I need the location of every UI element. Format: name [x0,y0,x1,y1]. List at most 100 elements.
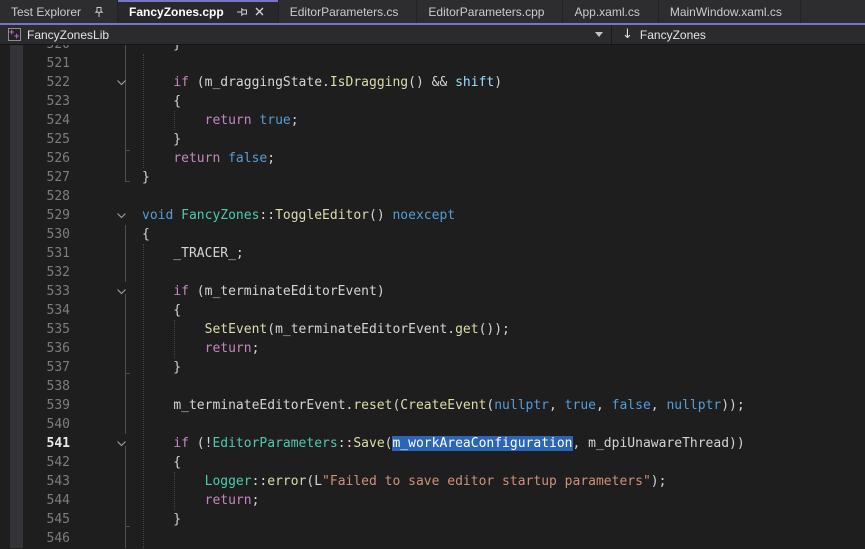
code-line-528[interactable]: 528 [0,187,865,206]
code-text[interactable]: if (m_draggingState.IsDragging() && shif… [142,73,502,92]
line-number[interactable]: 544 [0,491,70,510]
line-number[interactable]: 534 [0,301,70,320]
code-text[interactable]: } [142,130,181,149]
code-text[interactable]: } [142,168,150,187]
fold-margin [70,529,142,548]
line-number[interactable]: 532 [0,263,70,282]
line-number[interactable]: 527 [0,168,70,187]
code-text[interactable]: if (!EditorParameters::Save(m_workAreaCo… [142,434,745,453]
fold-chevron-icon[interactable] [70,282,142,301]
code-line-543[interactable]: 543 Logger::error(L"Failed to save edito… [0,472,865,491]
code-text[interactable]: m_terminateEditorEvent.reset(CreateEvent… [142,396,745,415]
code-text[interactable]: void FancyZones::ToggleEditor() noexcept [142,206,455,225]
code-line-540[interactable]: 540 [0,415,865,434]
line-number[interactable]: 529 [0,206,70,225]
fold-margin [70,187,142,206]
code-text[interactable]: return; [142,339,259,358]
tab-editorparameters-cpp[interactable]: EditorParameters.cpp [417,0,563,23]
line-number[interactable]: 528 [0,187,70,206]
code-line-538[interactable]: 538 [0,377,865,396]
pin-icon[interactable] [92,5,106,19]
line-number[interactable]: 535 [0,320,70,339]
fold-margin [70,244,142,263]
code-line-546[interactable]: 546 [0,529,865,548]
chevron-down-icon[interactable] [595,32,603,37]
line-number[interactable]: 537 [0,358,70,377]
tab-fancyzones-cpp[interactable]: FancyZones.cpp [118,0,279,23]
code-text[interactable]: } [142,510,181,529]
line-number[interactable]: 526 [0,149,70,168]
code-line-523[interactable]: 523 { [0,92,865,111]
line-number[interactable]: 543 [0,472,70,491]
code-text[interactable]: { [142,92,181,111]
code-line-524[interactable]: 524 return true; [0,111,865,130]
code-text[interactable]: { [142,225,150,244]
tab-mainwindow-xaml-cs[interactable]: MainWindow.xaml.cs [659,0,801,23]
code-line-534[interactable]: 534 { [0,301,865,320]
code-line-536[interactable]: 536 return; [0,339,865,358]
project-dropdown[interactable]: ++ FancyZonesLib [0,25,611,44]
code-line-541[interactable]: 541 if (!EditorParameters::Save(m_workAr… [0,434,865,453]
code-text[interactable]: } [142,358,181,377]
line-number[interactable]: 525 [0,130,70,149]
line-number[interactable]: 542 [0,453,70,472]
line-number[interactable]: 530 [0,225,70,244]
line-number[interactable]: 536 [0,339,70,358]
code-text[interactable]: _TRACER_; [142,244,244,263]
code-line-522[interactable]: 522 if (m_draggingState.IsDragging() && … [0,73,865,92]
line-number[interactable]: 540 [0,415,70,434]
tab-editorparameters-cs[interactable]: EditorParameters.cs [279,0,418,23]
code-text[interactable]: SetEvent(m_terminateEditorEvent.get()); [142,320,510,339]
code-line-526[interactable]: 526 return false; [0,149,865,168]
code-line-521[interactable]: 521 [0,54,865,73]
line-number[interactable]: 521 [0,54,70,73]
line-number[interactable]: 545 [0,510,70,529]
line-number[interactable]: 522 [0,73,70,92]
code-line-532[interactable]: 532 [0,263,865,282]
fold-margin [70,415,142,434]
code-line-525[interactable]: 525 } [0,130,865,149]
code-text[interactable]: return true; [142,111,299,130]
code-line-537[interactable]: 537 } [0,358,865,377]
code-text[interactable]: } [142,45,577,54]
code-line-535[interactable]: 535 SetEvent(m_terminateEditorEvent.get(… [0,320,865,339]
line-number[interactable]: 538 [0,377,70,396]
code-line-545[interactable]: 545 } [0,510,865,529]
code-line-542[interactable]: 542 { [0,453,865,472]
code-line-527[interactable]: 527} [0,168,865,187]
close-icon[interactable] [253,5,267,19]
code-text[interactable]: return false; [142,149,275,168]
tab-app-xaml-cs[interactable]: App.xaml.cs [563,0,658,23]
code-line-531[interactable]: 531 _TRACER_; [0,244,865,263]
fold-margin [70,510,142,529]
code-line-520[interactable]: 520 } [0,45,865,54]
fold-margin [70,92,142,111]
line-number[interactable]: 524 [0,111,70,130]
line-number[interactable]: 541 [0,434,70,453]
line-number[interactable]: 533 [0,282,70,301]
code-line-530[interactable]: 530 { [0,225,865,244]
line-number[interactable]: 531 [0,244,70,263]
code-text[interactable]: { [142,453,181,472]
tab-test-explorer[interactable]: Test Explorer [0,0,118,23]
line-number[interactable]: 546 [0,529,70,548]
scope-dropdown[interactable]: ↓ FancyZones [612,25,716,44]
code-editor[interactable]: 520 }521522 if (m_draggingState.IsDraggi… [0,45,865,548]
fold-margin [70,225,142,244]
fold-chevron-icon[interactable] [70,434,142,453]
code-text[interactable]: { [142,301,181,320]
code-text[interactable]: return; [142,491,259,510]
code-line-533[interactable]: 533 if (m_terminateEditorEvent) [0,282,865,301]
code-line-529[interactable]: 529 void FancyZones::ToggleEditor() noexc… [0,206,865,225]
line-number[interactable]: 539 [0,396,70,415]
fold-chevron-icon[interactable] [70,73,142,92]
fold-margin [70,149,142,168]
fold-chevron-icon[interactable] [70,206,142,225]
code-text[interactable]: if (m_terminateEditorEvent) [142,282,385,301]
code-line-544[interactable]: 544 return; [0,491,865,510]
code-text[interactable]: Logger::error(L"Failed to save editor st… [142,472,666,491]
line-number[interactable]: 520 [0,45,70,54]
pin-icon[interactable] [235,5,249,19]
code-line-539[interactable]: 539 m_terminateEditorEvent.reset(CreateE… [0,396,865,415]
line-number[interactable]: 523 [0,92,70,111]
